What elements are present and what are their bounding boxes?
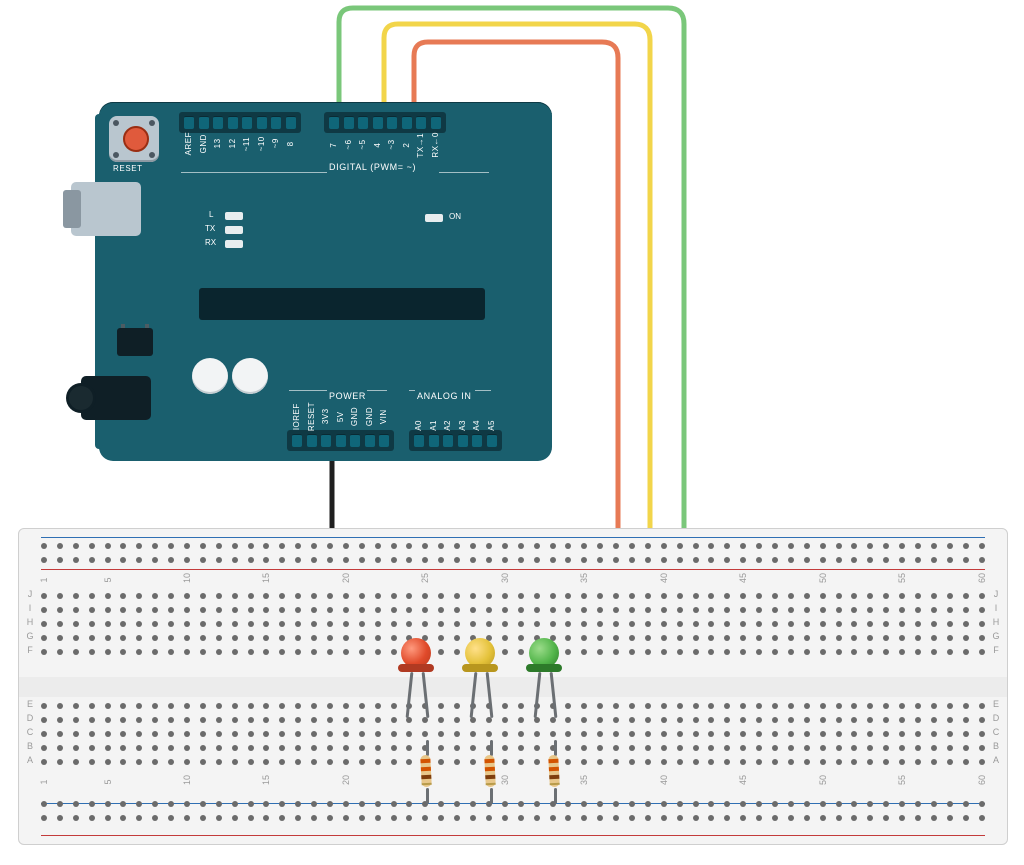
analog-pins-labels: A0A1A2A3A4A5 <box>414 420 497 431</box>
led-rx <box>225 240 243 248</box>
reset-label: RESET <box>113 164 143 173</box>
led-on <box>425 214 443 222</box>
circuit-diagram: RESET AREFGND1312~11~10~98 7~6~54~32TX→1… <box>0 0 1024 865</box>
led-on-label: ON <box>449 212 461 221</box>
digital-header-right <box>324 112 446 133</box>
arduino-uno-board: RESET AREFGND1312~11~10~98 7~6~54~32TX→1… <box>99 102 552 461</box>
digital-pins-left-labels: AREFGND1312~11~10~98 <box>184 132 296 155</box>
led-l <box>225 212 243 220</box>
resistor-1 <box>420 755 432 787</box>
power-pins-labels: IOREFRESET3V35VGNDGNDVIN <box>292 402 389 431</box>
led-l-label: L <box>209 210 213 219</box>
digital-pins-right-labels: 7~6~54~32TX→1RX←0 <box>329 132 441 158</box>
dc-barrel-jack <box>81 376 151 420</box>
row-letters-right: JIHGFEDCBA <box>989 529 1003 844</box>
voltage-regulator-ic <box>117 328 153 356</box>
digital-section-label: DIGITAL (PWM= ~) <box>329 162 416 172</box>
led-green <box>529 638 559 668</box>
resistor-2 <box>484 755 496 787</box>
analog-section-label: ANALOG IN <box>417 391 471 401</box>
led-red <box>401 638 431 668</box>
led-yellow <box>465 638 495 668</box>
led-rx-label: RX <box>205 238 216 247</box>
reset-button[interactable] <box>109 116 159 162</box>
power-header <box>287 430 394 451</box>
row-letters-left: JIHGFEDCBA <box>23 529 37 844</box>
led-tx <box>225 226 243 234</box>
analog-header <box>409 430 502 451</box>
digital-header-left <box>179 112 301 133</box>
led-tx-label: TX <box>205 224 215 233</box>
breadboard: JIHGFEDCBA JIHGFEDCBA 151015202530354045… <box>18 528 1008 845</box>
power-section-label: POWER <box>329 391 366 401</box>
usb-port <box>71 182 141 236</box>
resistor-3 <box>548 755 560 787</box>
atmega-chip <box>199 288 485 320</box>
capacitor-pair <box>192 358 268 394</box>
